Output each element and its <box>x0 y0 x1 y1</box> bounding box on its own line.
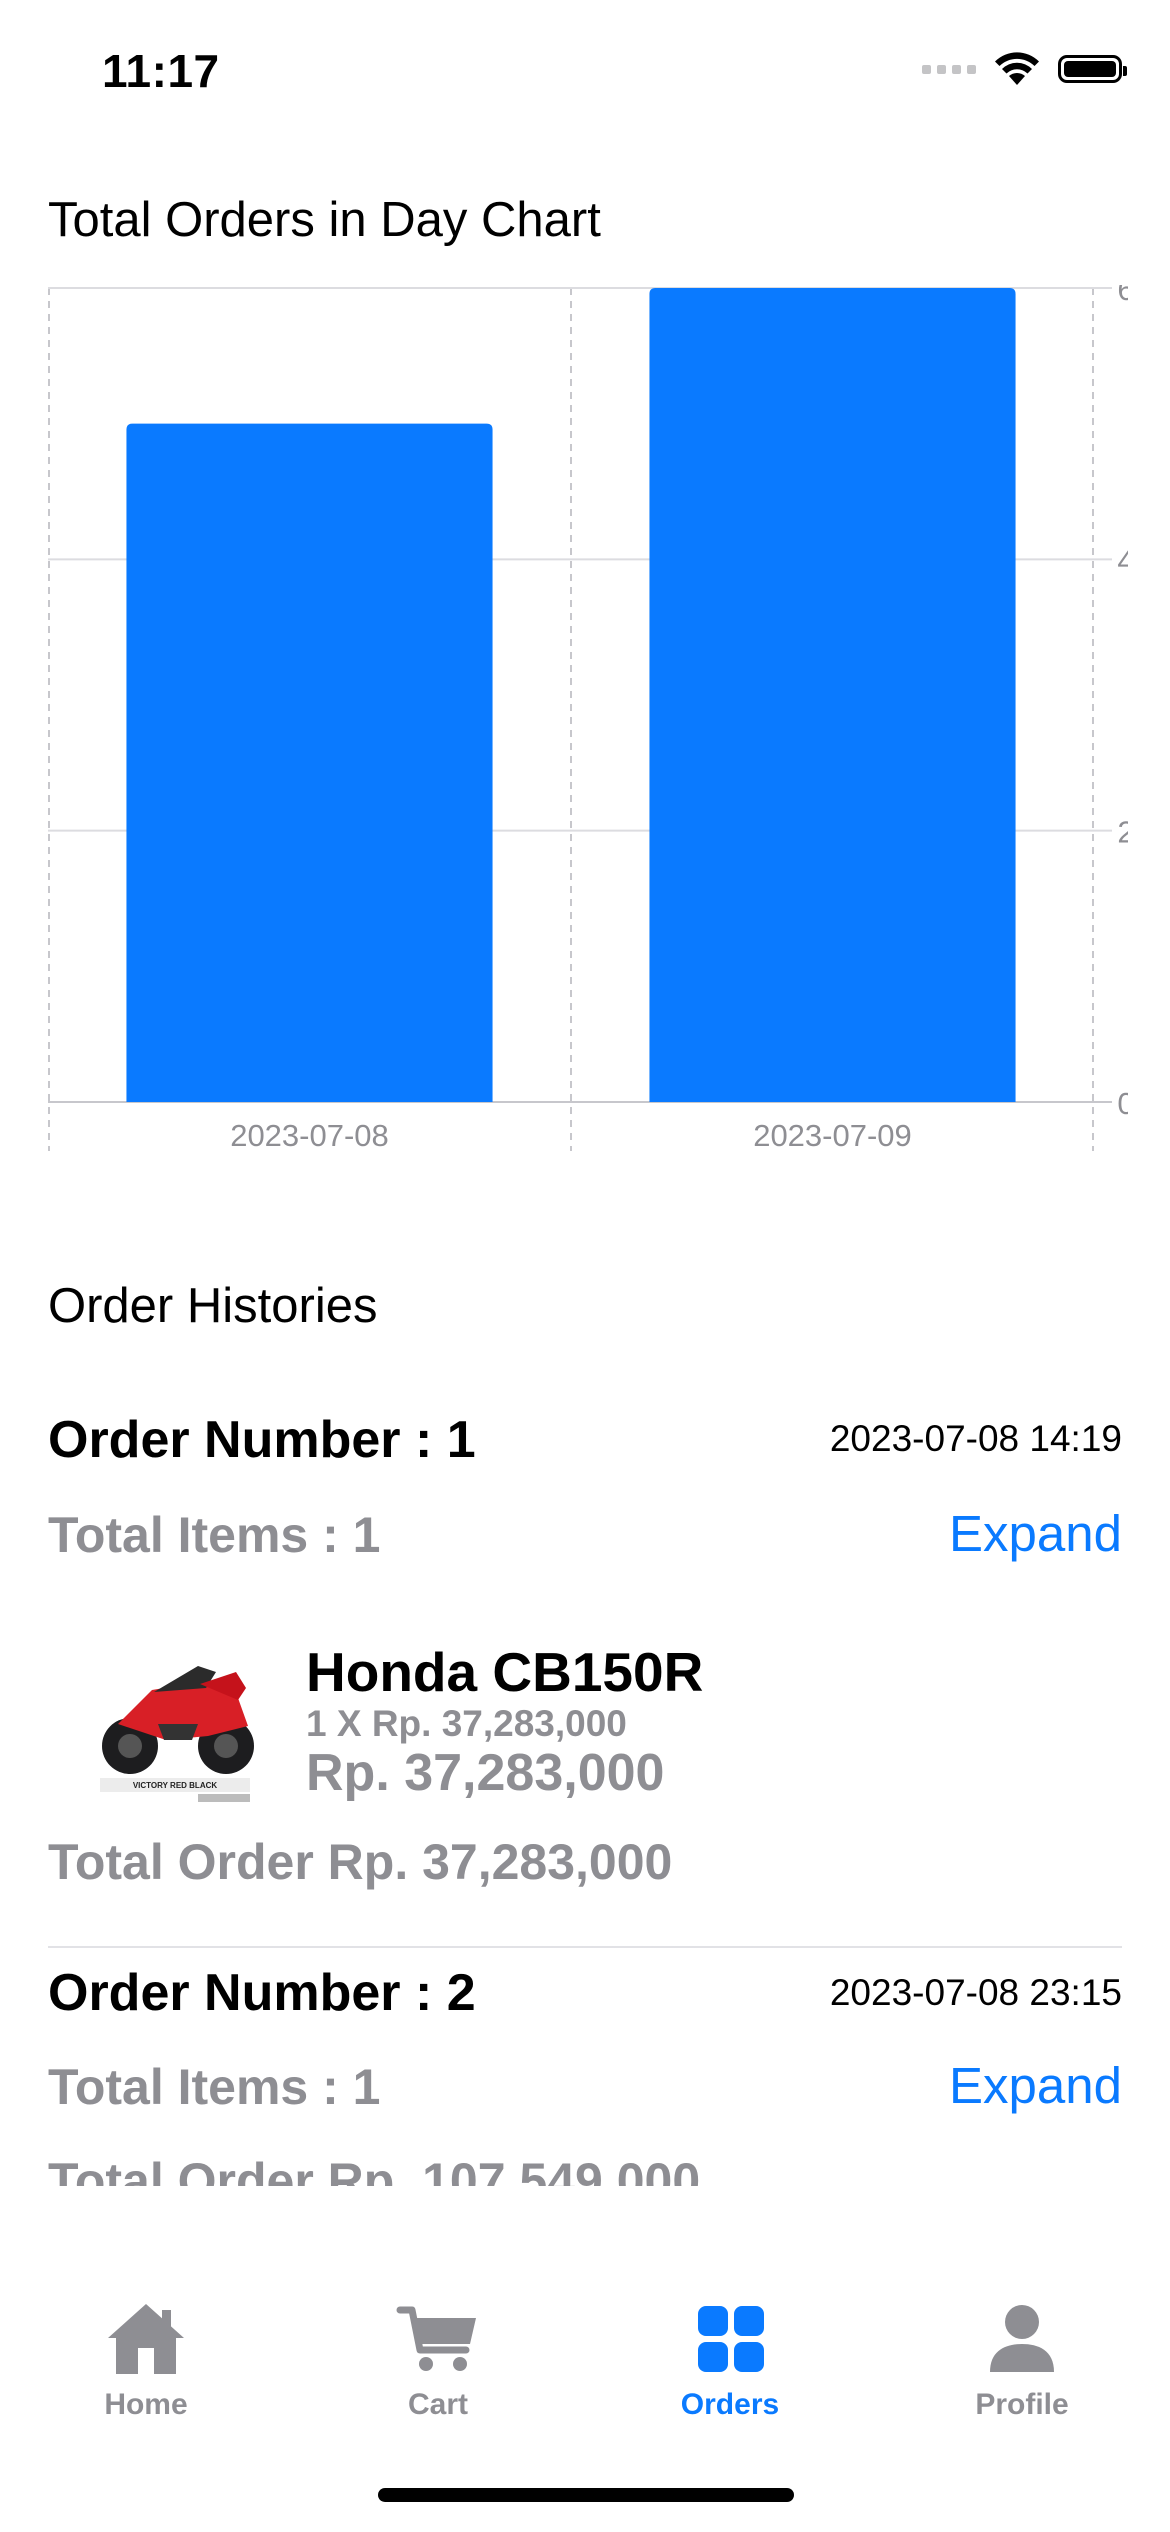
person-icon <box>990 2305 1054 2372</box>
grid-icon <box>698 2306 764 2372</box>
order-date: 2023-07-08 14:19 <box>829 1418 1122 1459</box>
total-order: Total Order Rp. 37,283,000 <box>48 1834 673 1890</box>
y-tick-label: 4 <box>1117 543 1128 578</box>
cart-icon <box>396 2306 476 2371</box>
tab-cart-label: Cart <box>407 2388 468 2421</box>
total-order: Total Order Rp. 107,549,000 <box>48 2153 701 2186</box>
tab-profile[interactable]: Profile <box>902 2300 1142 2430</box>
tab-home[interactable]: Home <box>26 2300 266 2430</box>
order-date: 2023-07-08 23:15 <box>829 1972 1122 2013</box>
tab-home-label: Home <box>104 2388 188 2421</box>
product-quantity-price: 1 X Rp. 37,283,000 <box>306 1703 627 1744</box>
order-number: Order Number : 1 <box>48 1411 476 1469</box>
x-tick-label: 2023-07-09 <box>753 1118 912 1153</box>
cellular-signal-icon <box>922 64 976 74</box>
total-items: Total Items : 1 <box>48 2059 381 2115</box>
product-image-caption: VICTORY RED BLACK <box>133 1781 218 1790</box>
wifi-icon <box>995 52 1039 85</box>
battery-icon <box>1058 55 1127 83</box>
product-subtotal: Rp. 37,283,000 <box>306 1744 665 1802</box>
product-image: VICTORY RED BLACK <box>88 1628 268 1818</box>
chart-bar <box>649 288 1016 1102</box>
tab-orders-label: Orders <box>680 2388 780 2421</box>
y-tick-label: 6 <box>1117 285 1128 307</box>
x-tick-label: 2023-07-08 <box>230 1118 389 1153</box>
expand-button[interactable]: Expand <box>949 2056 1122 2115</box>
status-time: 11:17 <box>102 45 220 97</box>
orders-bar-chart: 0 2 4 6 2023-07-08 2023-07-09 <box>48 285 1128 1153</box>
home-indicator <box>378 2488 794 2502</box>
chart-bar <box>126 423 493 1102</box>
tab-cart[interactable]: Cart <box>318 2300 558 2430</box>
product-name: Honda CB150R <box>306 1641 704 1703</box>
expand-button[interactable]: Expand <box>949 1504 1122 1563</box>
y-tick-label: 2 <box>1117 815 1128 850</box>
chart-title: Total Orders in Day Chart <box>48 193 601 247</box>
order-divider <box>48 1946 1122 1948</box>
tab-orders[interactable]: Orders <box>610 2300 850 2430</box>
scroll-clip: Total Order Rp. 107,549,000 <box>0 2150 1170 2186</box>
total-items: Total Items : 1 <box>48 1507 381 1563</box>
tab-profile-label: Profile <box>975 2388 1069 2421</box>
y-tick-label: 0 <box>1117 1086 1128 1121</box>
order-number: Order Number : 2 <box>48 1964 476 2022</box>
house-icon <box>108 2304 184 2374</box>
order-histories-title: Order Histories <box>48 1279 378 1333</box>
status-icons <box>922 52 1127 86</box>
